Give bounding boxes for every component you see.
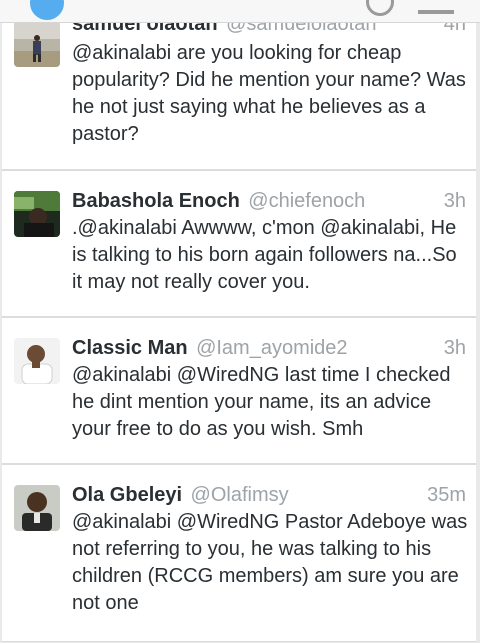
- tweet-time: 3h: [443, 190, 466, 212]
- author-name[interactable]: Classic Man: [72, 337, 188, 359]
- tweet-item[interactable]: Ola Gbeleyi @Olafimsy 35m @akinalabi @Wi…: [2, 464, 476, 642]
- tweet-item[interactable]: Babashola Enoch @chiefenoch 3h .@akinala…: [2, 170, 476, 317]
- tweet-timeline[interactable]: samuel olaotan @samuelolaotan 4h @akinal…: [0, 0, 480, 643]
- tweet-time: 35m: [427, 484, 466, 506]
- avatar[interactable]: [14, 338, 60, 384]
- author-name[interactable]: Babashola Enoch: [72, 190, 240, 212]
- author-handle[interactable]: @chiefenoch: [248, 190, 365, 212]
- tweet-item[interactable]: samuel olaotan @samuelolaotan 4h @akinal…: [2, 0, 476, 170]
- tweet-text: @akinalabi @WiredNG Pastor Adeboye was n…: [72, 511, 468, 614]
- search-icon[interactable]: [366, 0, 394, 16]
- author-name[interactable]: Ola Gbeleyi: [72, 484, 182, 506]
- tweet-item[interactable]: Classic Man @Iam_ayomide2 3h @akinalabi …: [2, 317, 476, 464]
- tweet-text: .@akinalabi Awwww, c'mon @akinalabi, He …: [72, 217, 457, 293]
- tweet-text: @akinalabi are you looking for cheap pop…: [72, 42, 466, 145]
- avatar[interactable]: [14, 485, 60, 531]
- avatar[interactable]: [14, 21, 60, 67]
- tweet-time: 3h: [443, 337, 466, 359]
- app-top-bar: [0, 0, 480, 23]
- menu-icon[interactable]: [418, 0, 454, 14]
- avatar[interactable]: [14, 191, 60, 237]
- author-handle[interactable]: @Iam_ayomide2: [196, 337, 347, 359]
- home-icon[interactable]: [30, 0, 64, 20]
- tweet-text: @akinalabi @WiredNG last time I checked …: [72, 364, 451, 440]
- author-handle[interactable]: @Olafimsy: [191, 484, 289, 506]
